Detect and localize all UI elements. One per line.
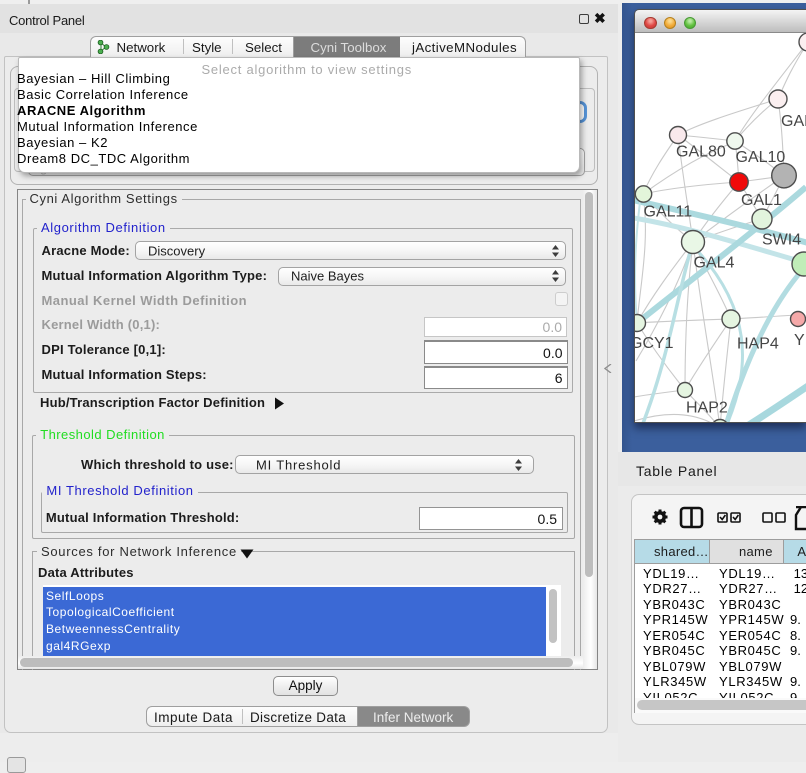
svg-text:SWI4: SWI4 xyxy=(762,232,801,249)
svg-text:GAL4: GAL4 xyxy=(694,255,735,272)
svg-text:GCY1: GCY1 xyxy=(635,335,674,352)
svg-text:HAP2: HAP2 xyxy=(686,400,728,417)
svg-text:Y: Y xyxy=(794,332,805,349)
svg-text:GAL80: GAL80 xyxy=(676,144,726,161)
svg-text:GAL10: GAL10 xyxy=(736,149,786,166)
svg-text:GAL2: GAL2 xyxy=(781,113,806,130)
svg-text:GAL1: GAL1 xyxy=(741,192,782,209)
svg-text:HAP4: HAP4 xyxy=(737,336,779,353)
svg-text:GAL11: GAL11 xyxy=(644,204,693,221)
